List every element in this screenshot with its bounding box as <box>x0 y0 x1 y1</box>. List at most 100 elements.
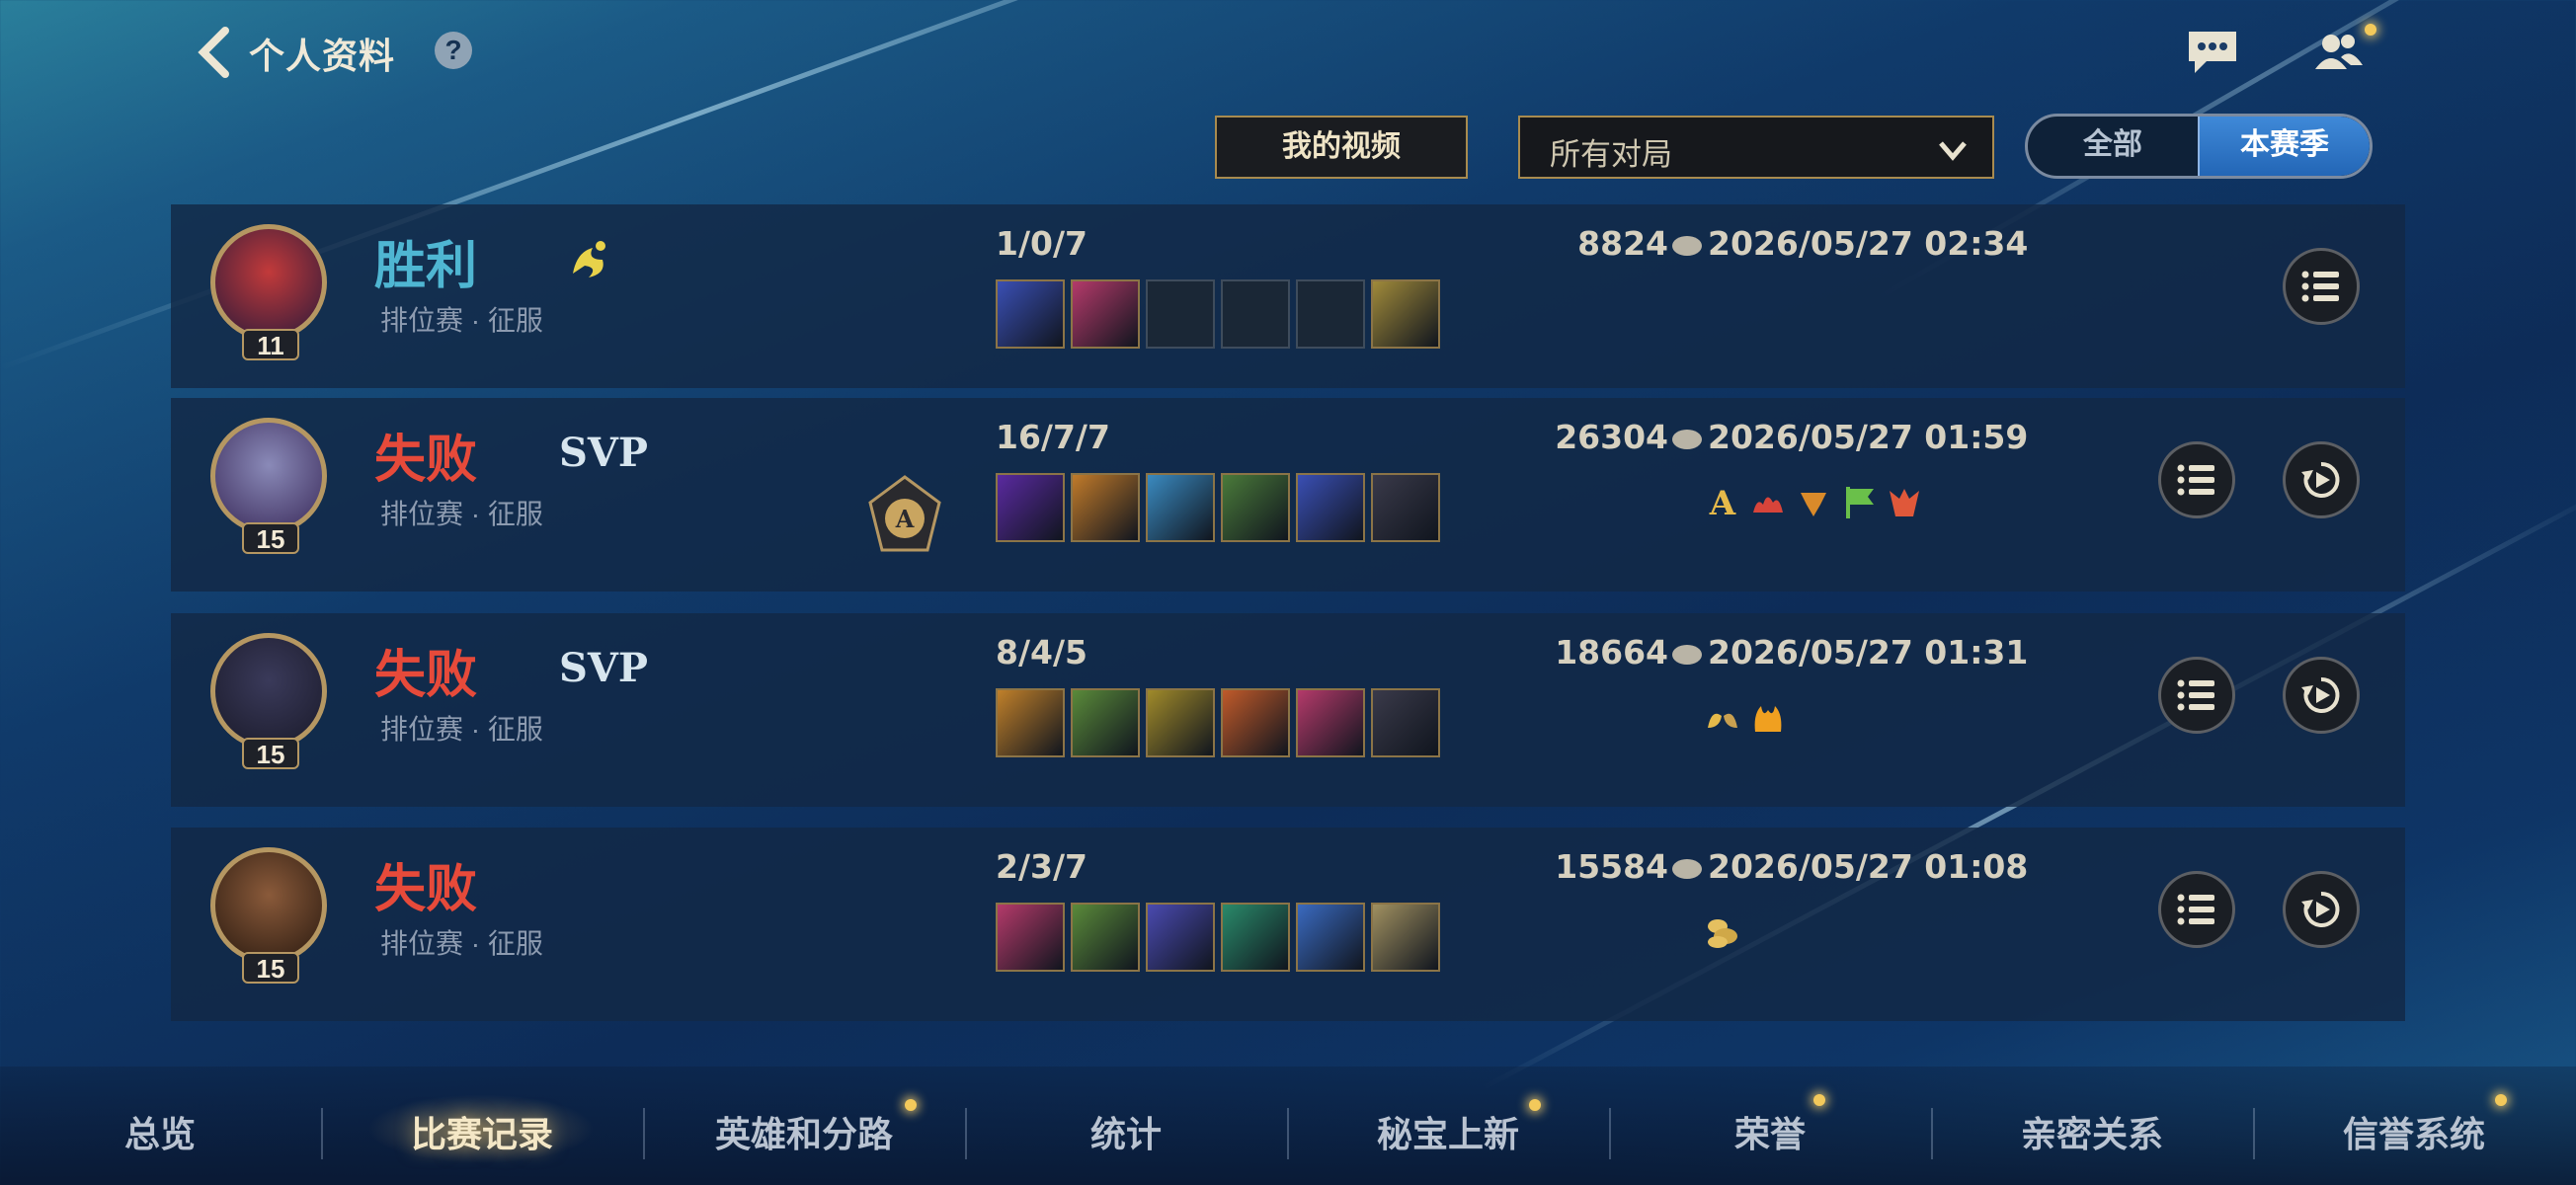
match-detail-button[interactable] <box>2283 248 2360 325</box>
item-slots <box>996 473 1440 542</box>
match-detail-button[interactable] <box>2158 441 2235 518</box>
nav-separator <box>2253 1108 2255 1159</box>
nav-separator <box>643 1108 645 1159</box>
item-icon[interactable] <box>1371 688 1440 757</box>
achievement-badges <box>1704 698 1787 736</box>
svg-text:A: A <box>895 505 915 533</box>
grade-a-icon: A <box>1709 484 1736 520</box>
replay-button[interactable] <box>2283 441 2360 518</box>
nav-tab[interactable]: 荣誉 <box>1642 1106 1898 1157</box>
back-button[interactable] <box>196 24 239 81</box>
replay-icon <box>2301 676 2340 713</box>
nav-tab[interactable]: 比赛记录 <box>354 1106 610 1157</box>
item-icon[interactable] <box>1146 688 1215 757</box>
match-date: 2026/05/27 02:34 <box>1708 224 2029 263</box>
match-filter-select[interactable]: 所有对局 <box>1518 116 1994 179</box>
match-row[interactable]: 15 失败 排位赛 · 征服 2/3/7 15584 2026/05/27 01:08 <box>171 828 2405 1021</box>
item-icon[interactable] <box>1371 903 1440 972</box>
item-icon[interactable] <box>1146 473 1215 542</box>
mvp-icon <box>573 241 605 277</box>
match-result: 失败 <box>374 861 478 918</box>
match-result: 失败 <box>374 432 478 489</box>
match-detail-button[interactable] <box>2158 871 2235 948</box>
achievement-badges <box>1704 912 1741 950</box>
nav-tab[interactable]: 亲密关系 <box>1964 1106 2220 1157</box>
notification-dot <box>2495 1094 2507 1106</box>
chevron-left-icon <box>198 27 229 78</box>
item-slots <box>996 279 1440 349</box>
friends-button[interactable] <box>2311 28 2367 77</box>
gold-amount: 8824 <box>1504 224 1702 263</box>
item-icon[interactable] <box>1071 903 1140 972</box>
nav-tab[interactable]: 秘宝上新 <box>1320 1106 1576 1157</box>
match-mode: 排位赛 · 征服 <box>380 714 543 745</box>
achievement-badges: A <box>1704 483 1923 520</box>
item-icon[interactable] <box>1371 473 1440 542</box>
match-mode: 排位赛 · 征服 <box>380 928 543 959</box>
replay-icon <box>2301 891 2340 927</box>
rank-a-icon: A <box>868 475 941 552</box>
nav-tab[interactable]: 统计 <box>998 1106 1254 1157</box>
item-icon[interactable] <box>1296 903 1365 972</box>
help-icon[interactable]: ? <box>435 32 472 69</box>
gold-amount: 26304 <box>1504 418 1702 456</box>
kda: 2/3/7 <box>996 847 1087 886</box>
item-icon[interactable] <box>1371 279 1440 349</box>
match-filter-value: 所有对局 <box>1550 137 1672 172</box>
fire-badge-icon <box>1754 706 1782 732</box>
season-toggle[interactable]: 全部 本赛季 <box>2025 114 2373 179</box>
flame-badge-icon <box>1753 497 1783 513</box>
item-icon[interactable] <box>1146 903 1215 972</box>
item-icon[interactable] <box>1296 688 1365 757</box>
match-row[interactable]: 11 胜利 排位赛 · 征服 1/0/7 8824 2026/05/27 02:34 <box>171 204 2405 388</box>
item-icon[interactable] <box>1071 279 1140 349</box>
notification-dot <box>1813 1094 1825 1106</box>
nav-tab[interactable]: 总览 <box>32 1106 288 1157</box>
notification-dot <box>1529 1099 1541 1111</box>
match-detail-button[interactable] <box>2158 657 2235 734</box>
gold-value: 26304 <box>1555 418 1668 456</box>
gold-amount: 18664 <box>1504 633 1702 672</box>
champion-avatar <box>210 418 327 534</box>
beast-badge-icon <box>1890 489 1919 516</box>
champion-avatar <box>210 224 327 341</box>
nav-separator <box>321 1108 323 1159</box>
item-icon[interactable] <box>996 279 1065 349</box>
replay-button[interactable] <box>2283 657 2360 734</box>
kda: 1/0/7 <box>996 224 1087 263</box>
item-icon[interactable] <box>1221 688 1290 757</box>
friends-icon <box>2315 35 2363 69</box>
gold-icon <box>1672 235 1702 256</box>
replay-button[interactable] <box>2283 871 2360 948</box>
nav-separator <box>1609 1108 1611 1159</box>
item-icon[interactable] <box>1296 473 1365 542</box>
gold-amount: 15584 <box>1504 847 1702 886</box>
list-icon <box>2177 679 2214 711</box>
match-date: 2026/05/27 01:08 <box>1708 847 2029 886</box>
nav-tab[interactable]: 信誉系统 <box>2286 1106 2542 1157</box>
match-date: 2026/05/27 01:31 <box>1708 633 2029 672</box>
item-icon[interactable] <box>1071 688 1140 757</box>
item-icon[interactable] <box>996 473 1065 542</box>
item-icon[interactable] <box>996 903 1065 972</box>
item-icon[interactable] <box>996 688 1065 757</box>
crest-badge-icon <box>1801 493 1826 516</box>
match-row[interactable]: 15 失败 排位赛 · 征服 SVP A 16/7/7 26304 2026/05/27 01… <box>171 398 2405 592</box>
tab-all[interactable]: 全部 <box>2028 117 2198 176</box>
nav-tab[interactable]: 英雄和分路 <box>676 1106 932 1157</box>
item-icon[interactable] <box>1221 473 1290 542</box>
match-row[interactable]: 15 失败 排位赛 · 征服 SVP 8/4/5 18664 2026/05/27 01:3… <box>171 613 2405 807</box>
item-icon[interactable] <box>1071 473 1140 542</box>
champion-level: 11 <box>242 329 299 360</box>
notification-dot <box>905 1099 917 1111</box>
item-icon[interactable] <box>1221 903 1290 972</box>
my-video-button[interactable]: 我的视频 <box>1215 116 1468 179</box>
gold-icon <box>1672 644 1702 665</box>
tab-season[interactable]: 本赛季 <box>2198 117 2370 176</box>
champion-level: 15 <box>242 738 299 769</box>
gold-value: 15584 <box>1555 847 1668 886</box>
svp-label: SVP <box>559 430 648 476</box>
page-title: 个人资料 <box>249 36 396 76</box>
nav-separator <box>1287 1108 1289 1159</box>
chat-button[interactable] <box>2185 28 2240 77</box>
